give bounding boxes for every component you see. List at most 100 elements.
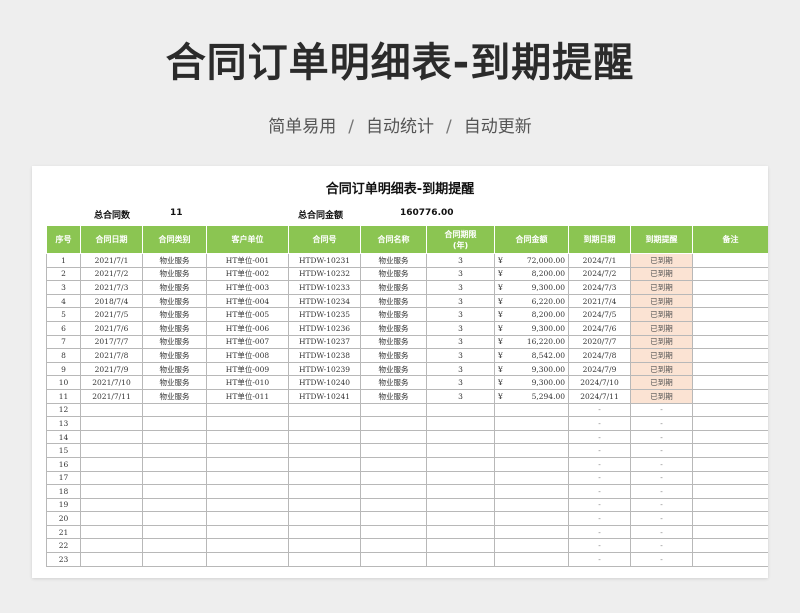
empty-cell[interactable]: [206, 456, 289, 472]
contract-no-cell[interactable]: HTDW-10241: [288, 388, 361, 404]
col-contract-name-header[interactable]: 合同名称: [360, 225, 427, 254]
empty-cell[interactable]: [494, 524, 569, 540]
contract-date-cell[interactable]: 2021/7/11: [80, 388, 143, 404]
empty-cell[interactable]: [142, 456, 207, 472]
note-cell[interactable]: [692, 416, 768, 431]
note-cell[interactable]: [692, 456, 768, 472]
row-number-cell[interactable]: 15: [46, 443, 81, 458]
empty-cell[interactable]: [80, 470, 143, 486]
empty-cell[interactable]: [142, 470, 207, 486]
due-date-cell[interactable]: 2024/7/1: [568, 253, 631, 268]
term-cell[interactable]: 3: [426, 320, 495, 336]
due-date-cell[interactable]: 2024/7/5: [568, 307, 631, 322]
empty-cell[interactable]: [142, 524, 207, 540]
col-reminder-header[interactable]: 到期提醒: [630, 225, 693, 254]
empty-cell[interactable]: [494, 470, 569, 486]
contract-name-cell[interactable]: 物业服务: [360, 320, 427, 336]
empty-cell[interactable]: [142, 511, 207, 526]
col-contract-no-header[interactable]: 合同号: [288, 225, 361, 254]
due-date-cell[interactable]: 2024/7/9: [568, 361, 631, 377]
contract-no-cell[interactable]: HTDW-10234: [288, 293, 361, 309]
due-date-cell[interactable]: -: [568, 552, 631, 567]
empty-cell[interactable]: [494, 511, 569, 526]
col-contract-date-header[interactable]: 合同日期: [80, 225, 143, 254]
client-cell[interactable]: HT单位-001: [206, 253, 289, 268]
empty-cell[interactable]: [80, 538, 143, 554]
empty-cell[interactable]: [426, 416, 495, 431]
empty-cell[interactable]: [288, 416, 361, 431]
note-cell[interactable]: [692, 280, 768, 295]
empty-cell[interactable]: [288, 552, 361, 567]
reminder-status-cell[interactable]: -: [630, 524, 693, 540]
reminder-status-cell[interactable]: -: [630, 402, 693, 418]
due-date-cell[interactable]: 2024/7/10: [568, 375, 631, 390]
reminder-status-cell[interactable]: -: [630, 443, 693, 458]
row-number-cell[interactable]: 12: [46, 402, 81, 418]
empty-cell[interactable]: [426, 511, 495, 526]
empty-cell[interactable]: [360, 538, 427, 554]
reminder-status-cell[interactable]: 已到期: [630, 253, 693, 268]
empty-cell[interactable]: [360, 416, 427, 431]
reminder-status-cell[interactable]: 已到期: [630, 375, 693, 390]
due-date-cell[interactable]: 2024/7/11: [568, 388, 631, 404]
empty-cell[interactable]: [426, 402, 495, 418]
note-cell[interactable]: [692, 334, 768, 350]
term-cell[interactable]: 3: [426, 361, 495, 377]
note-cell[interactable]: [692, 320, 768, 336]
due-date-cell[interactable]: -: [568, 402, 631, 418]
empty-cell[interactable]: [426, 456, 495, 472]
due-date-cell[interactable]: -: [568, 443, 631, 458]
contract-date-cell[interactable]: 2021/7/5: [80, 307, 143, 322]
reminder-status-cell[interactable]: -: [630, 416, 693, 431]
client-cell[interactable]: HT单位-008: [206, 348, 289, 363]
term-cell[interactable]: 3: [426, 266, 495, 282]
due-date-cell[interactable]: 2024/7/6: [568, 320, 631, 336]
contract-no-cell[interactable]: HTDW-10239: [288, 361, 361, 377]
note-cell[interactable]: [692, 293, 768, 309]
empty-cell[interactable]: [142, 538, 207, 554]
empty-cell[interactable]: [426, 538, 495, 554]
client-cell[interactable]: HT单位-004: [206, 293, 289, 309]
contract-name-cell[interactable]: 物业服务: [360, 280, 427, 295]
due-date-cell[interactable]: -: [568, 484, 631, 499]
note-cell[interactable]: [692, 348, 768, 363]
contract-name-cell[interactable]: 物业服务: [360, 307, 427, 322]
category-cell[interactable]: 物业服务: [142, 388, 207, 404]
empty-cell[interactable]: [142, 443, 207, 458]
contract-name-cell[interactable]: 物业服务: [360, 375, 427, 390]
contract-no-cell[interactable]: HTDW-10231: [288, 253, 361, 268]
empty-cell[interactable]: [494, 484, 569, 499]
term-cell[interactable]: 3: [426, 388, 495, 404]
note-cell[interactable]: [692, 443, 768, 458]
empty-cell[interactable]: [426, 443, 495, 458]
note-cell[interactable]: [692, 429, 768, 445]
empty-cell[interactable]: [142, 402, 207, 418]
row-number-cell[interactable]: 21: [46, 524, 81, 540]
empty-cell[interactable]: [80, 456, 143, 472]
empty-cell[interactable]: [360, 470, 427, 486]
note-cell[interactable]: [692, 470, 768, 486]
note-cell[interactable]: [692, 375, 768, 390]
category-cell[interactable]: 物业服务: [142, 293, 207, 309]
amount-cell[interactable]: ¥8,542.00: [494, 348, 569, 363]
empty-cell[interactable]: [206, 402, 289, 418]
empty-cell[interactable]: [80, 511, 143, 526]
category-cell[interactable]: 物业服务: [142, 334, 207, 350]
empty-cell[interactable]: [288, 511, 361, 526]
client-cell[interactable]: HT单位-006: [206, 320, 289, 336]
contract-no-cell[interactable]: HTDW-10238: [288, 348, 361, 363]
empty-cell[interactable]: [80, 443, 143, 458]
note-cell[interactable]: [692, 307, 768, 322]
empty-cell[interactable]: [426, 484, 495, 499]
contract-date-cell[interactable]: 2021/7/2: [80, 266, 143, 282]
empty-cell[interactable]: [142, 552, 207, 567]
empty-cell[interactable]: [206, 538, 289, 554]
contract-no-cell[interactable]: HTDW-10233: [288, 280, 361, 295]
contract-name-cell[interactable]: 物业服务: [360, 266, 427, 282]
empty-cell[interactable]: [494, 402, 569, 418]
contract-date-cell[interactable]: 2018/7/4: [80, 293, 143, 309]
due-date-cell[interactable]: -: [568, 524, 631, 540]
due-date-cell[interactable]: 2024/7/2: [568, 266, 631, 282]
contract-name-cell[interactable]: 物业服务: [360, 293, 427, 309]
reminder-status-cell[interactable]: 已到期: [630, 280, 693, 295]
